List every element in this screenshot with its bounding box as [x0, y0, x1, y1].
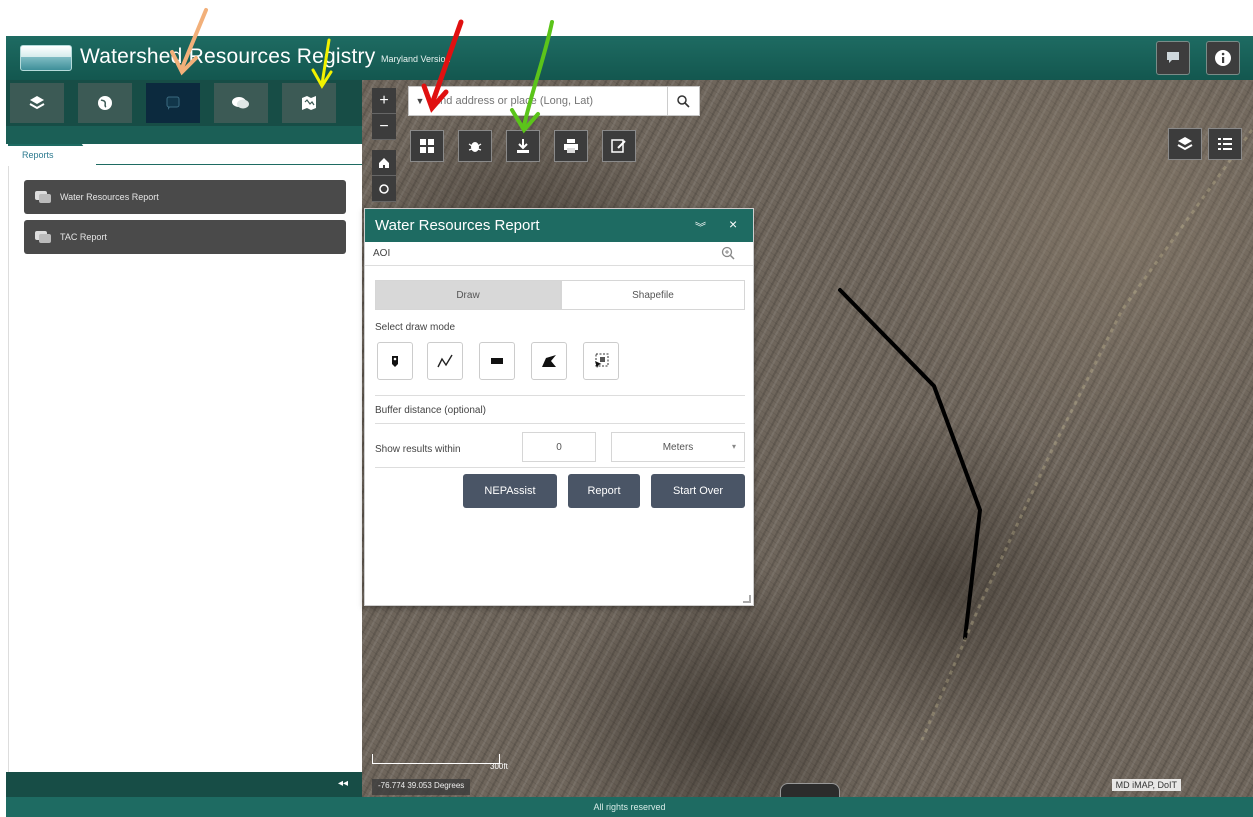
show-results-within-label: Show results within	[375, 444, 461, 455]
layers-icon	[1177, 137, 1193, 151]
scale-label: 300ft	[490, 762, 508, 771]
draw-select-button[interactable]	[583, 342, 619, 380]
polyline-icon	[437, 354, 453, 368]
tab-globe[interactable]	[78, 83, 132, 123]
legend-button[interactable]	[1208, 128, 1242, 160]
tab-reports[interactable]	[146, 83, 200, 123]
select-icon	[595, 353, 609, 368]
unit-select[interactable]: Meters ▾	[611, 432, 745, 462]
search-input[interactable]	[431, 87, 667, 115]
tab-chat[interactable]	[214, 83, 268, 123]
edit-icon	[611, 139, 626, 153]
report-window-titlebar[interactable]: Water Resources Report ︾ ×	[365, 209, 753, 242]
search-icon	[677, 94, 690, 108]
zoom-out-button[interactable]: −	[372, 114, 396, 140]
chat-icon	[1167, 52, 1179, 63]
basemap-gallery-button[interactable]	[410, 130, 444, 162]
download-button[interactable]	[506, 130, 540, 162]
report-icon	[166, 96, 180, 110]
rectangle-icon	[491, 358, 503, 364]
app-footer: All rights reserved	[6, 797, 1253, 817]
app-title: Watershed Resources Registry	[80, 45, 376, 68]
divider	[375, 467, 745, 468]
left-tab-bar	[6, 80, 362, 126]
search-button[interactable]	[667, 87, 699, 115]
download-icon	[517, 139, 529, 153]
globe-icon	[98, 96, 112, 110]
scale-bar	[372, 754, 500, 764]
map-attribution: MD iMAP, DoIT	[1111, 779, 1181, 791]
tab-underline	[96, 164, 362, 165]
draw-mode-label: Select draw mode	[375, 322, 456, 333]
home-button[interactable]	[372, 150, 396, 176]
draw-point-button[interactable]	[377, 342, 413, 380]
water-resources-report-window: Water Resources Report ︾ × AOI Draw Shap…	[364, 208, 754, 606]
about-button[interactable]	[1206, 41, 1240, 75]
list-icon	[1218, 138, 1232, 150]
chevron-down-icon: ▾	[731, 442, 736, 451]
collapse-panel-button[interactable]: ◂◂	[338, 778, 348, 789]
unit-select-value: Meters	[662, 441, 694, 453]
report-icon	[35, 231, 51, 243]
draw-polyline-button[interactable]	[427, 342, 463, 380]
bug-icon	[468, 142, 482, 152]
locate-button[interactable]	[372, 176, 396, 202]
zoom-in-button[interactable]: +	[372, 88, 396, 114]
coordinate-readout: -76.774 39.053 Degrees	[372, 779, 471, 795]
edit-button[interactable]	[602, 130, 636, 162]
locate-icon	[379, 183, 389, 194]
analysis-button[interactable]	[458, 130, 492, 162]
nepassist-button[interactable]: NEPAssist	[463, 474, 557, 508]
app-logo	[20, 45, 72, 71]
layer-list-button[interactable]	[1168, 128, 1202, 160]
print-icon	[564, 139, 578, 153]
draw-polygon-button[interactable]	[531, 342, 567, 380]
shapefile-tab[interactable]: Shapefile	[561, 280, 745, 310]
fold-icon[interactable]: ︾	[695, 219, 706, 235]
report-icon	[35, 191, 51, 203]
start-over-button[interactable]: Start Over	[651, 474, 745, 508]
divider	[375, 423, 745, 424]
top-margin	[0, 0, 1253, 36]
divider	[375, 395, 745, 396]
bottom-panel-toggle[interactable]	[780, 783, 840, 797]
tab-map[interactable]	[282, 83, 336, 123]
map-icon	[302, 96, 316, 110]
report-window-title: Water Resources Report	[375, 217, 540, 234]
report-item-label: Water Resources Report	[60, 192, 159, 202]
close-icon[interactable]: ×	[729, 216, 737, 232]
report-item-tac[interactable]: TAC Report	[24, 220, 346, 254]
left-panel-strip	[6, 126, 362, 144]
search-source-dropdown[interactable]: ▼	[409, 87, 431, 115]
zoom-controls: + −	[372, 88, 396, 202]
chat-icon	[232, 97, 249, 109]
draw-rectangle-button[interactable]	[479, 342, 515, 380]
report-item-water-resources[interactable]: Water Resources Report	[24, 180, 346, 214]
info-icon	[1215, 50, 1231, 66]
buffer-distance-label: Buffer distance (optional)	[375, 405, 486, 416]
resize-handle[interactable]	[743, 595, 751, 603]
zoom-to-aoi-button[interactable]	[721, 246, 735, 263]
zoom-icon	[721, 246, 735, 260]
report-item-label: TAC Report	[60, 232, 107, 242]
report-button[interactable]: Report	[568, 474, 640, 508]
polygon-icon	[542, 355, 556, 367]
feedback-button[interactable]	[1156, 41, 1190, 75]
buffer-distance-input[interactable]: 0	[522, 432, 596, 462]
point-icon	[392, 356, 398, 367]
grid-icon	[420, 139, 434, 153]
reports-tab-label: Reports	[22, 150, 54, 160]
left-panel-footer: ◂◂	[6, 772, 362, 797]
aoi-label: AOI	[373, 248, 391, 259]
app-subtitle: Maryland Version	[381, 54, 451, 64]
draw-tab[interactable]: Draw	[375, 280, 561, 310]
layers-icon	[29, 96, 45, 110]
home-icon	[379, 157, 389, 168]
app-header: Watershed Resources Registry Maryland Ve…	[6, 36, 1253, 80]
aoi-bar: AOI	[365, 242, 753, 266]
tab-layers[interactable]	[10, 83, 64, 123]
print-button[interactable]	[554, 130, 588, 162]
search-box: ▼	[408, 86, 700, 116]
